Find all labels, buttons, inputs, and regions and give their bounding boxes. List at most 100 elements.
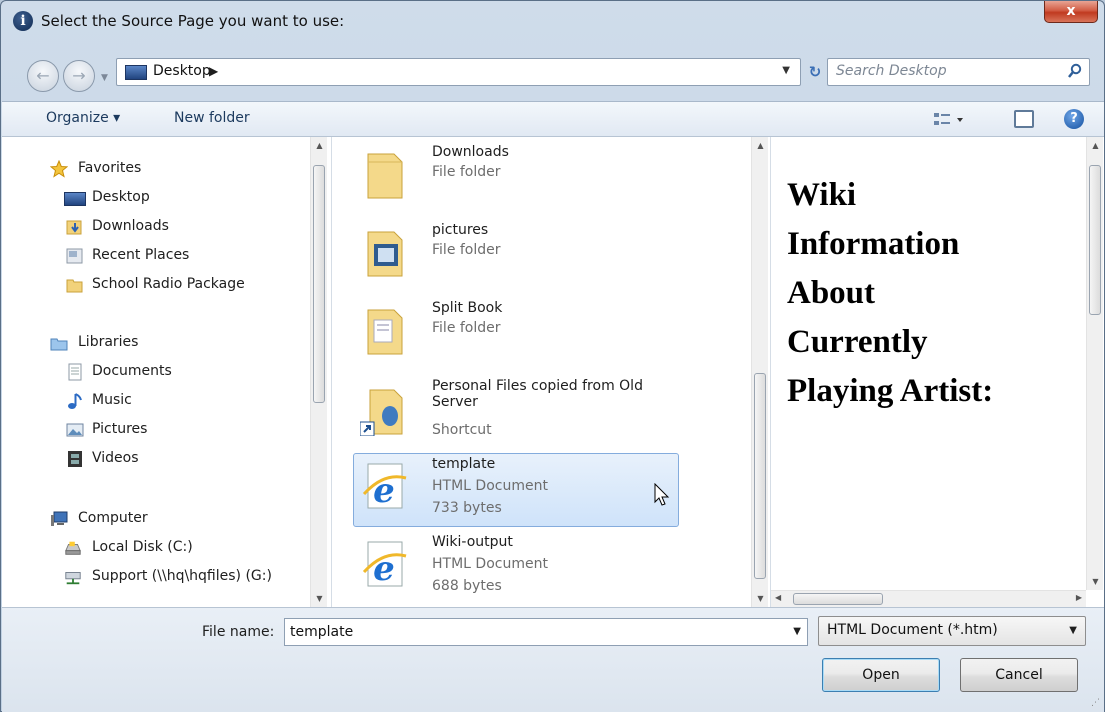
libraries-header: Libraries bbox=[78, 334, 139, 350]
desktop-icon bbox=[125, 65, 147, 80]
command-toolbar: Organize ▾ New folder ? bbox=[2, 101, 1104, 137]
nav-item-label: Desktop bbox=[92, 189, 150, 205]
scroll-thumb[interactable] bbox=[754, 373, 766, 579]
nav-item-label: Videos bbox=[92, 450, 139, 466]
file-type: HTML Document bbox=[432, 478, 548, 494]
preview-horizontal-scrollbar[interactable]: ◀ ▶ bbox=[771, 590, 1086, 607]
address-bar[interactable]: Desktop ▶ ▼ bbox=[116, 58, 801, 86]
file-name-dropdown-icon[interactable]: ▼ bbox=[793, 626, 801, 637]
file-name: Split Book bbox=[432, 300, 503, 316]
address-location[interactable]: Desktop bbox=[153, 63, 211, 79]
help-icon[interactable]: ? bbox=[1064, 109, 1084, 129]
file-name: Personal Files copied from Old Server bbox=[432, 378, 643, 410]
recent-locations-dropdown[interactable]: ▼ bbox=[101, 73, 108, 83]
file-type: File folder bbox=[432, 320, 501, 336]
ie-html-icon: e bbox=[362, 463, 407, 511]
address-dropdown-icon[interactable]: ▼ bbox=[782, 65, 790, 76]
nav-item-label: Downloads bbox=[92, 218, 169, 234]
preview-line: Currently bbox=[787, 324, 928, 360]
forward-button[interactable]: → bbox=[63, 60, 95, 92]
breadcrumb-arrow-icon[interactable]: ▶ bbox=[209, 64, 218, 78]
resize-grip-icon[interactable]: ⋰ bbox=[1091, 698, 1100, 708]
mouse-cursor-icon bbox=[654, 483, 670, 506]
preview-pane-toggle-icon[interactable] bbox=[1014, 110, 1034, 128]
folder-icon bbox=[367, 309, 403, 355]
file-name-label: File name: bbox=[202, 624, 275, 640]
file-item-personal-files[interactable]: Personal Files copied from Old Server Sh… bbox=[353, 375, 679, 445]
search-icon[interactable] bbox=[1067, 63, 1083, 79]
close-button[interactable]: x bbox=[1044, 1, 1098, 23]
nav-item-label: Documents bbox=[92, 363, 172, 379]
scroll-up-icon[interactable]: ▲ bbox=[1087, 137, 1104, 154]
star-icon bbox=[50, 160, 68, 178]
preview-document: Wiki Information About Currently Playing… bbox=[787, 171, 1077, 416]
browser-content: Favorites Desktop Downloads Recent Place… bbox=[2, 137, 1104, 607]
file-type: Shortcut bbox=[432, 422, 492, 438]
file-name-value[interactable]: template bbox=[290, 624, 353, 640]
file-item-downloads[interactable]: Downloads File folder bbox=[353, 141, 679, 215]
file-name: template bbox=[432, 456, 496, 472]
scroll-down-icon[interactable]: ▼ bbox=[311, 590, 328, 607]
pictures-icon bbox=[66, 423, 84, 437]
scroll-thumb[interactable] bbox=[313, 165, 325, 403]
file-item-split-book[interactable]: Split Book File folder bbox=[353, 297, 679, 371]
open-button[interactable]: Open bbox=[822, 658, 940, 692]
preview-line: Wiki bbox=[787, 177, 857, 213]
file-name: Downloads bbox=[432, 144, 509, 160]
file-name: pictures bbox=[432, 222, 489, 238]
search-input[interactable]: Search Desktop bbox=[836, 63, 947, 79]
file-size: 688 bytes bbox=[432, 578, 502, 594]
scroll-up-icon[interactable]: ▲ bbox=[752, 137, 769, 154]
network-drive-icon bbox=[65, 572, 81, 585]
preview-line: Playing Artist: bbox=[787, 373, 994, 409]
preview-pane: Wiki Information About Currently Playing… bbox=[770, 137, 1104, 607]
recent-places-icon bbox=[66, 248, 83, 264]
nav-pane-scrollbar[interactable]: ▲ ▼ bbox=[310, 137, 327, 607]
info-icon: i bbox=[13, 11, 33, 31]
cancel-button[interactable]: Cancel bbox=[960, 658, 1078, 692]
ie-html-icon: e bbox=[362, 541, 407, 589]
file-list: Downloads File folder pictures File fold… bbox=[333, 137, 769, 607]
refresh-icon[interactable]: ↻ bbox=[805, 63, 825, 83]
videos-icon bbox=[68, 451, 82, 467]
navigation-bar: ← → ▼ Desktop ▶ ▼ ↻ Search Desktop bbox=[1, 43, 1104, 101]
back-button[interactable]: ← bbox=[27, 60, 59, 92]
scroll-up-icon[interactable]: ▲ bbox=[311, 137, 328, 154]
dialog-footer: File name: template ▼ HTML Document (*.h… bbox=[2, 607, 1104, 712]
file-list-scrollbar[interactable]: ▲ ▼ bbox=[751, 137, 768, 607]
folder-shortcut-icon bbox=[360, 389, 403, 436]
scroll-down-icon[interactable]: ▼ bbox=[1087, 573, 1104, 590]
computer-header: Computer bbox=[78, 510, 148, 526]
desktop-icon bbox=[64, 192, 86, 206]
file-name: Wiki-output bbox=[432, 534, 513, 550]
file-type-dropdown-icon[interactable]: ▼ bbox=[1069, 625, 1077, 636]
scroll-left-icon[interactable]: ◀ bbox=[775, 593, 781, 602]
scroll-thumb[interactable] bbox=[1089, 165, 1101, 315]
search-box[interactable]: Search Desktop bbox=[827, 58, 1090, 86]
file-name-input[interactable]: template ▼ bbox=[284, 618, 808, 646]
organize-menu-button[interactable]: Organize ▾ bbox=[46, 110, 120, 126]
title-bar: i Select the Source Page you want to use… bbox=[1, 1, 1104, 41]
change-view-icon[interactable] bbox=[932, 110, 966, 130]
file-type-value[interactable]: HTML Document (*.htm) bbox=[827, 622, 998, 638]
nav-item-label: Pictures bbox=[92, 421, 148, 437]
file-item-pictures[interactable]: pictures File folder bbox=[353, 219, 679, 293]
nav-item-label: School Radio Package bbox=[92, 276, 245, 292]
nav-item-label: Support (\\hq\hqfiles) (G:) bbox=[92, 568, 272, 584]
nav-item-label: Local Disk (C:) bbox=[92, 539, 193, 555]
preview-vertical-scrollbar[interactable]: ▲ ▼ bbox=[1086, 137, 1103, 590]
navigation-pane: Favorites Desktop Downloads Recent Place… bbox=[2, 137, 332, 607]
folder-icon bbox=[66, 279, 83, 293]
file-item-template[interactable]: e template HTML Document 733 bytes bbox=[353, 453, 679, 527]
folder-icon bbox=[367, 231, 403, 277]
file-type-select[interactable]: HTML Document (*.htm) ▼ bbox=[818, 616, 1086, 646]
scroll-down-icon[interactable]: ▼ bbox=[752, 590, 769, 607]
horizontal-scroll-thumb[interactable] bbox=[793, 593, 883, 605]
file-type: File folder bbox=[432, 242, 501, 258]
file-item-wiki-output[interactable]: e Wiki-output HTML Document 688 bytes bbox=[353, 531, 679, 605]
file-size: 733 bytes bbox=[432, 500, 502, 516]
file-type: File folder bbox=[432, 164, 501, 180]
scroll-right-icon[interactable]: ▶ bbox=[1076, 593, 1082, 602]
file-type: HTML Document bbox=[432, 556, 548, 572]
new-folder-button[interactable]: New folder bbox=[174, 110, 250, 126]
